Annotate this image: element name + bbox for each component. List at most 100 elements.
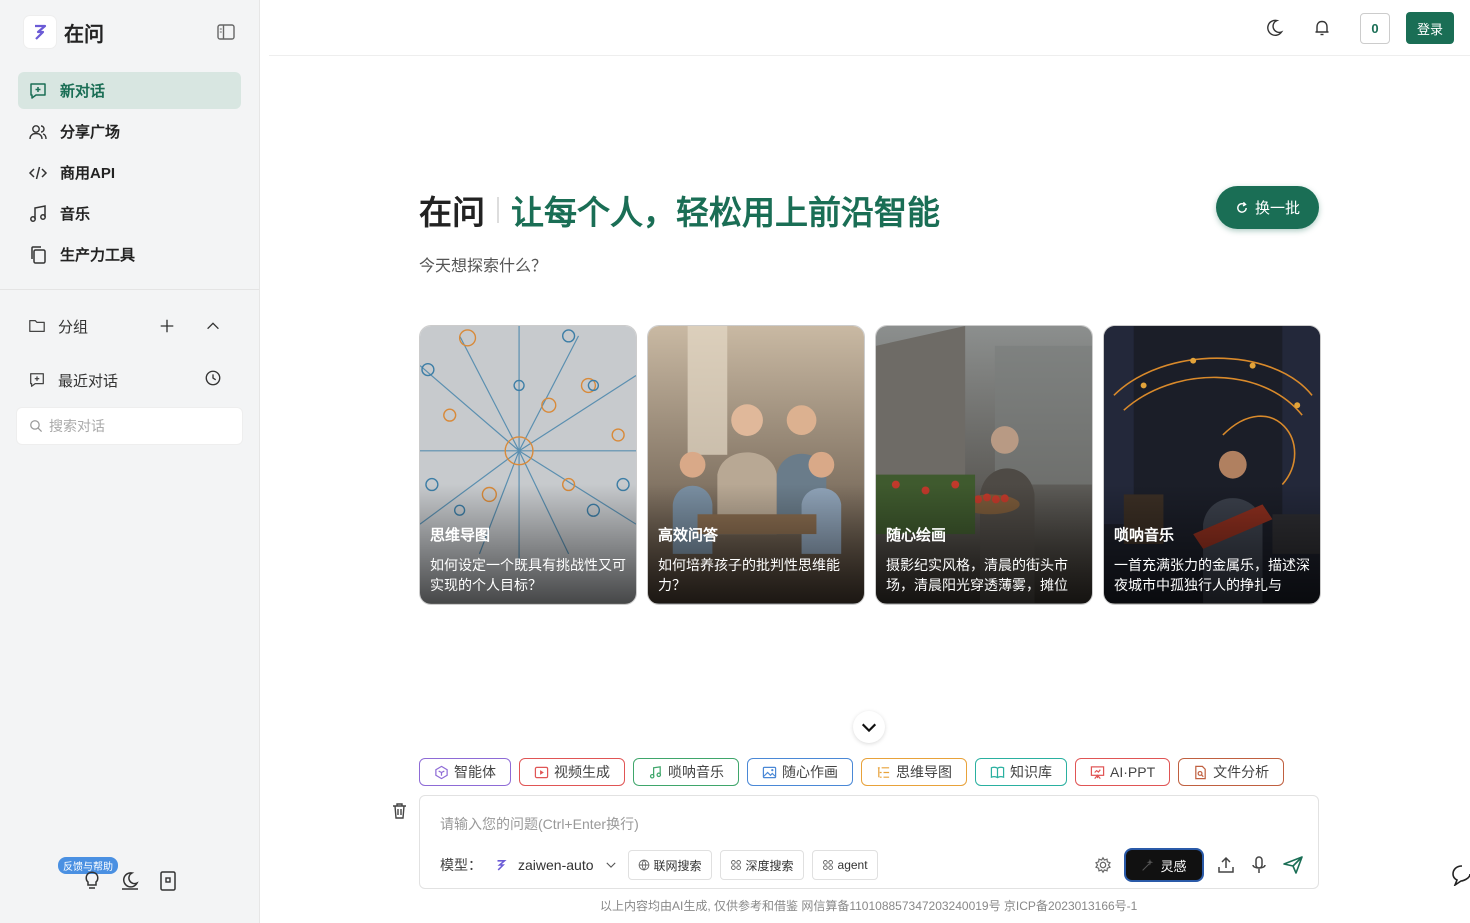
music-note-icon [649,765,662,779]
sidebar-item-label: 生产力工具 [60,247,136,264]
model-label: 模型： [440,857,482,873]
tool-label: 知识库 [1010,764,1052,780]
credit-counter[interactable]: 0 [1360,12,1390,44]
sidebar-item-productivity[interactable]: 生产力工具 [18,236,241,273]
card-title: 随心绘画 [886,527,947,544]
upload-icon[interactable] [1216,855,1236,875]
hero: 在问 让每个人，轻松用上前沿智能 今天想探索什么？ [419,186,940,276]
chip-label: 深度搜索 [745,858,794,873]
inspire-label: 灵感 [1160,858,1187,874]
tool-ppt[interactable]: AI·PPT [1075,758,1171,786]
chevron-up-icon[interactable] [204,317,222,335]
wand-icon [1142,858,1154,871]
sidebar: 在问 新对话 分享广场 商用API 音乐 生产力工具 分组 最近对话 搜索对话 … [0,0,260,923]
bell-icon[interactable] [1312,18,1332,38]
sidebar-item-share-plaza[interactable]: 分享广场 [18,113,241,150]
app-logo[interactable] [24,16,56,48]
suggestion-cards: 思维导图 如何设定一个既具有挑战性又可实现的个人目标？ 高效问答 如何培养孩子的… [419,325,1321,605]
clock-icon[interactable] [204,369,222,387]
tool-music[interactable]: 唢呐音乐 [633,758,739,786]
chevron-down-icon [861,723,877,733]
login-button[interactable]: 登录 [1406,12,1454,44]
theme-icon[interactable] [120,870,140,892]
recent-chat-icon [30,373,44,387]
file-search-icon [1195,765,1206,779]
scroll-down-button[interactable] [853,711,885,743]
video-icon [534,766,549,778]
app-title: 在问 [64,23,104,46]
sidebar-item-music[interactable]: 音乐 [18,195,241,232]
suggestion-card-qa[interactable]: 高效问答 如何培养孩子的批判性思维能力？ [647,325,865,605]
code-icon [28,166,48,179]
moon-icon[interactable] [1264,18,1284,38]
chat-bubble-icon[interactable] [1452,864,1470,886]
agent-toggle[interactable]: agent [811,850,878,880]
sidebar-item-api[interactable]: 商用API [18,154,241,191]
suggestion-card-painting[interactable]: 随心绘画 摄影纪实风格，清晨的街头市场，清晨阳光穿透薄雾，摊位 [875,325,1093,605]
hero-brand: 在问 [419,194,485,231]
chip-label: agent [837,858,868,872]
tool-agent[interactable]: 智能体 [419,758,511,786]
search-input[interactable] [49,418,229,434]
microphone-icon[interactable] [1250,855,1268,875]
card-title: 高效问答 [658,527,719,544]
sidebar-bottom-icons [82,870,178,892]
recent-section[interactable]: 最近对话 [28,368,234,392]
tool-mindmap[interactable]: 思维导图 [861,758,967,786]
card-title: 唢呐音乐 [1114,527,1175,544]
book-icon [990,766,1005,778]
tool-label: 思维导图 [896,764,952,780]
model-value: zaiwen-auto [518,857,594,873]
group-label: 分组 [58,318,89,336]
image-icon [762,766,777,778]
hero-title: 在问 让每个人，轻松用上前沿智能 [419,186,940,234]
hero-subtitle: 今天想探索什么？ [419,258,548,275]
trash-icon[interactable] [391,802,408,820]
card-description: 一首充满张力的金属乐，描述深夜城市中孤独行人的挣扎与 [1114,557,1310,593]
music-icon [30,204,46,222]
agent-icon [435,765,448,779]
tool-file-analysis[interactable]: 文件分析 [1178,758,1285,786]
web-search-toggle[interactable]: 联网搜索 [627,850,712,880]
sidebar-item-label: 商用API [60,165,116,182]
tool-video[interactable]: 视频生成 [519,758,625,786]
chip-label: 联网搜索 [653,858,702,873]
plus-icon[interactable] [158,317,176,335]
tool-bar: 智能体 视频生成 唢呐音乐 随心作画 思维导图 知识库 AI·PPT 文件分析 [419,758,1285,786]
hero-separator [497,197,499,223]
lightbulb-icon[interactable] [82,870,102,892]
send-icon[interactable] [1282,855,1304,875]
suggestion-card-mindmap[interactable]: 思维导图 如何设定一个既具有挑战性又可实现的个人目标？ [419,325,637,605]
topbar: 0 登录 [269,0,1470,56]
chevron-down-icon [605,862,616,868]
chat-input[interactable] [440,814,1300,836]
card-description: 摄影纪实风格，清晨的街头市场，清晨阳光穿透薄雾，摊位 [886,557,1068,593]
inspire-button[interactable]: 灵感 [1126,850,1202,880]
tool-painting[interactable]: 随心作画 [747,758,853,786]
users-icon [29,124,47,139]
sidebar-nav: 新对话 分享广场 商用API 音乐 生产力工具 [18,72,241,277]
group-section[interactable]: 分组 [28,314,234,338]
sidebar-toggle-icon[interactable] [216,22,236,42]
refresh-button[interactable]: 换一批 [1216,186,1319,229]
settings-icon[interactable] [1094,856,1112,874]
mini-program-icon[interactable] [158,870,178,892]
suggestion-card-music[interactable]: 唢呐音乐 一首充满张力的金属乐，描述深夜城市中孤独行人的挣扎与 [1103,325,1321,605]
chat-search [16,407,243,445]
presentation-icon [1090,765,1105,779]
tool-label: AI·PPT [1110,764,1156,780]
deep-search-toggle[interactable]: 深度搜索 [719,850,804,880]
card-description: 如何培养孩子的批判性思维能力？ [658,557,840,593]
atom-icon [730,860,741,870]
model-select[interactable]: zaiwen-auto [494,857,618,873]
tool-knowledge[interactable]: 知识库 [975,758,1067,786]
tool-label: 文件分析 [1213,764,1270,780]
card-title: 思维导图 [430,527,491,544]
folder-icon [29,319,45,333]
list-icon [877,766,890,778]
sidebar-item-new-chat[interactable]: 新对话 [18,72,241,109]
copy-icon [31,245,46,264]
hero-slogan: 让每个人，轻松用上前沿智能 [511,194,940,231]
tool-label: 唢呐音乐 [668,764,724,780]
sidebar-divider [0,289,259,290]
